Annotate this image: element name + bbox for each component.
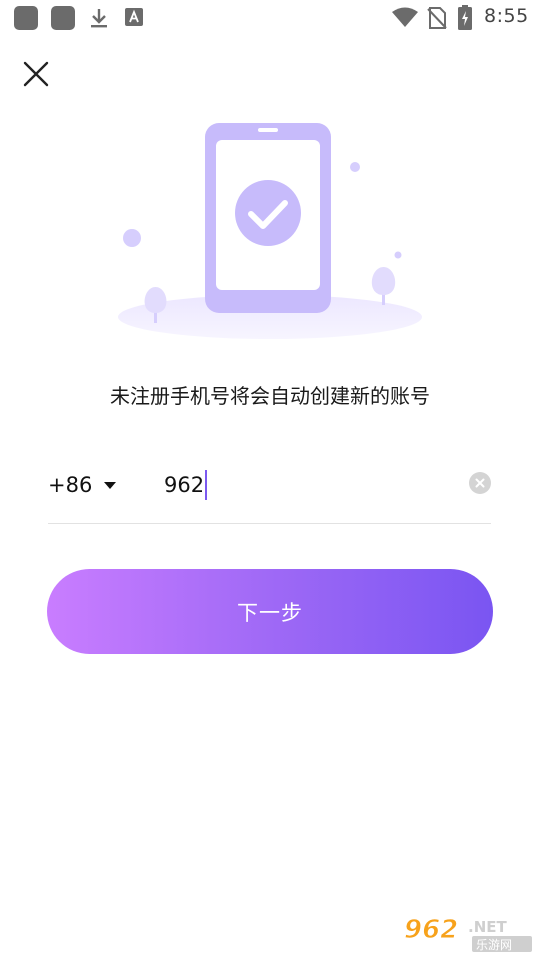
country-code-dropdown[interactable]: +86	[48, 468, 117, 502]
close-icon	[23, 61, 49, 87]
wifi-icon	[392, 7, 418, 27]
clear-input-button[interactable]	[469, 472, 491, 494]
clear-icon	[475, 478, 485, 488]
next-step-button[interactable]: 下一步	[47, 569, 493, 654]
phone-number-value: 962	[164, 473, 205, 497]
app-notification-icon	[14, 6, 38, 30]
svg-text:962: 962	[404, 915, 458, 945]
close-button[interactable]	[16, 54, 56, 94]
battery-charging-icon	[458, 5, 472, 30]
svg-text:乐游网: 乐游网	[476, 938, 512, 952]
svg-text:.NET: .NET	[468, 918, 507, 936]
phone-checkmark-illustration	[118, 123, 422, 339]
auto-register-tip: 未注册手机号将会自动创建新的账号	[110, 384, 430, 408]
site-watermark-logo: 962 .NET 乐游网	[404, 915, 532, 952]
login-screen: 8:55 未注册手机号将会自动创建新的账号 +86 962 下一步 962 .N…	[0, 0, 540, 960]
status-time: 8:55	[484, 5, 529, 27]
no-sim-icon	[427, 7, 447, 29]
country-code-label: +86	[48, 473, 93, 497]
phone-input-row: +86 962	[48, 458, 491, 524]
download-icon	[91, 9, 107, 28]
text-cursor	[205, 470, 208, 500]
dropdown-caret-icon	[104, 481, 117, 489]
phone-number-input[interactable]: 962	[164, 468, 208, 502]
app-notification-icon	[51, 6, 75, 30]
next-step-label: 下一步	[237, 600, 303, 625]
font-icon	[125, 8, 143, 26]
status-bar: 8:55	[0, 0, 540, 36]
